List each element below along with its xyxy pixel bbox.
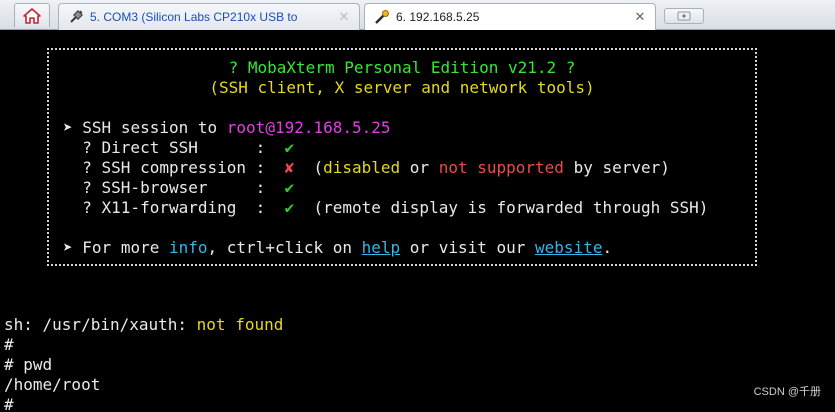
welcome-banner: ? MobaXterm Personal Edition v21.2 ? (SS… (47, 48, 757, 266)
session-prefix: SSH session to (82, 118, 227, 137)
tab-ssh-session[interactable]: 6. 192.168.5.25 ✕ (364, 3, 656, 30)
help-link[interactable]: help (362, 238, 401, 257)
feature-separator: : (255, 198, 285, 217)
footer-text-3: or visit our (400, 238, 536, 257)
ssh-key-icon (375, 10, 389, 24)
tab-ssh-close-icon[interactable]: ✕ (629, 9, 651, 25)
feature-question-mark: ? (82, 138, 102, 157)
feature-name: X11-forwarding (101, 198, 256, 217)
footer-text-4: . (602, 238, 613, 257)
check-icon: ✔ (284, 178, 295, 197)
note-not-supported: not supported (438, 158, 564, 177)
info-text: info (168, 238, 208, 257)
note-open: ( (313, 158, 324, 177)
tab-com3-label: 5. COM3 (Silicon Labs CP210x USB to (90, 10, 298, 24)
xauth-error-line: sh: /usr/bin/xauth: not found (4, 315, 283, 335)
check-icon: ✔ (284, 138, 295, 157)
feature-separator: : (255, 178, 285, 197)
serial-plug-icon (70, 10, 83, 23)
tab-bar: 5. COM3 (Silicon Labs CP210x USB to ✕ 6.… (0, 0, 835, 30)
new-tab-icon (677, 11, 691, 21)
feature-ssh-browser: ? SSH-browser : ✔ (63, 178, 294, 198)
feature-separator: : (255, 138, 285, 157)
feature-name: SSH-browser (101, 178, 256, 197)
new-tab-button[interactable] (664, 8, 704, 24)
check-icon: ✔ (284, 198, 295, 217)
feature-separator: : (255, 158, 285, 177)
home-tab-button[interactable] (14, 3, 50, 27)
shell-line: /home/root (4, 375, 101, 394)
feature-question-mark: ? (82, 198, 102, 217)
banner-title: ? MobaXterm Personal Edition v21.2 ? (228, 58, 576, 77)
feature-name: Direct SSH (101, 138, 256, 157)
feature-direct-ssh: ? Direct SSH : ✔ (63, 138, 294, 158)
session-arrow-icon: ➤ (63, 118, 73, 137)
note-or: or (400, 158, 439, 177)
note-rest: by server) (563, 158, 670, 177)
shell-line: # (4, 335, 14, 354)
feature-ssh-compression: ? SSH compression : ✘ (disabled or not s… (63, 158, 670, 178)
shell-line: # pwd (4, 355, 53, 374)
terminal-area[interactable]: ? MobaXterm Personal Edition v21.2 ? (SS… (0, 30, 835, 412)
banner-subtitle: (SSH client, X server and network tools) (209, 78, 595, 97)
feature-question-mark: ? (82, 158, 102, 177)
tab-ssh-label: 6. 192.168.5.25 (396, 10, 480, 24)
website-link[interactable]: website (535, 238, 602, 257)
footer-line: ➤ For more info, ctrl+click on help or v… (63, 238, 612, 258)
cross-icon: ✘ (284, 158, 295, 177)
shell-prompt: # (4, 395, 14, 412)
x11-note: (remote display is forwarded through SSH… (313, 198, 709, 217)
footer-text-1: For more (82, 238, 169, 257)
home-icon (23, 7, 41, 24)
note-disabled: disabled (323, 158, 401, 177)
session-line: ➤ SSH session to root@192.168.5.25 (63, 118, 391, 138)
feature-name: SSH compression (101, 158, 256, 177)
xauth-status: not found (196, 315, 284, 334)
tab-com3-close-icon[interactable]: ✕ (333, 9, 355, 25)
footer-arrow-icon: ➤ (63, 238, 73, 257)
feature-question-mark: ? (82, 178, 102, 197)
feature-x11-forwarding: ? X11-forwarding : ✔ (remote display is … (63, 198, 708, 218)
footer-text-2: , ctrl+click on (207, 238, 362, 257)
tab-com3[interactable]: 5. COM3 (Silicon Labs CP210x USB to ✕ (58, 3, 360, 30)
session-target: root@192.168.5.25 (226, 118, 391, 137)
watermark-text: CSDN @千册 (753, 386, 821, 398)
xauth-prefix: sh: /usr/bin/xauth: (4, 315, 197, 334)
